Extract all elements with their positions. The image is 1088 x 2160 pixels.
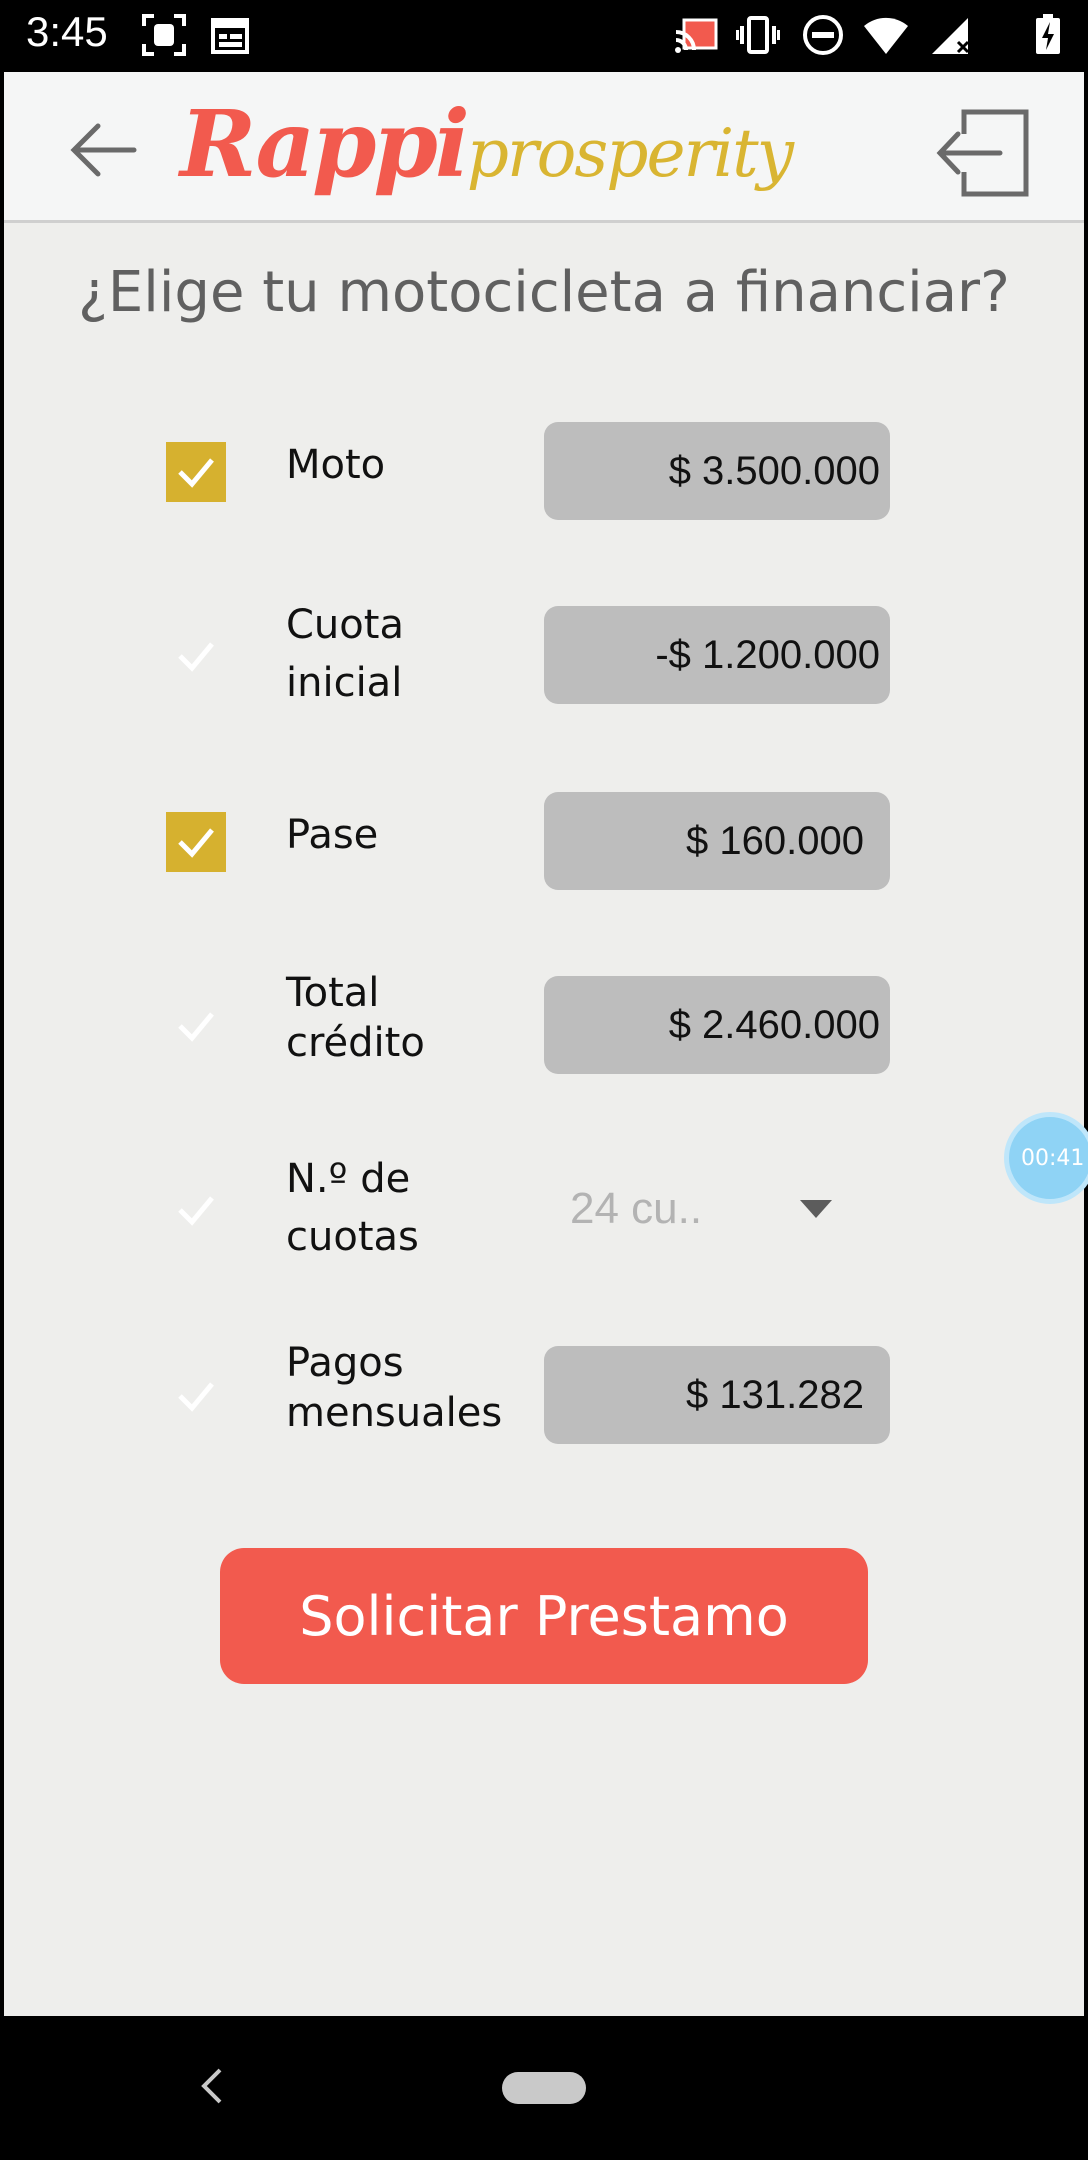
dropdown-arrow-icon [800,1200,832,1218]
wifi-icon [864,17,908,54]
solicitar-prestamo-button[interactable]: Solicitar Prestamo [220,1548,868,1684]
pagos-mensuales-checkbox[interactable] [166,1366,226,1426]
check-icon [178,458,214,488]
battery-charging-icon [1036,14,1060,54]
pase-checkbox[interactable] [166,812,226,872]
app-screen: Rappiprosperity ¿Elige tu motocicleta a … [4,72,1084,2016]
numero-cuotas-selected-value: 24 cu.. [570,1184,703,1233]
rappi-prosperity-logo: Rappiprosperity [180,90,794,210]
pagos-mensuales-label: Pagos mensuales [286,1338,502,1438]
page-title: ¿Elige tu motocicleta a financiar? [78,260,1010,325]
cuota-inicial-label: Cuota inicial [286,596,404,712]
logo-prosperity-text: prosperity [466,115,794,192]
cuota-inicial-label-line1: Cuota [286,602,404,648]
numero-cuotas-checkbox[interactable] [166,1180,226,1240]
check-icon [178,1012,214,1042]
vibrate-icon [736,16,780,54]
calendar-icon [211,18,249,54]
numero-cuotas-dropdown[interactable]: 24 cu.. [544,1160,890,1258]
do-not-disturb-icon [803,15,843,55]
logo-rappi-text: Rappi [180,90,470,198]
check-icon [178,828,214,858]
recording-timer-bubble[interactable]: 00:41 [1004,1112,1088,1204]
numero-cuotas-label-line2: cuotas [286,1214,419,1260]
total-credito-label-line2: crédito [286,1020,425,1066]
arrow-left-icon[interactable] [68,122,138,178]
check-icon [178,642,214,672]
check-icon [178,1196,214,1226]
total-credito-checkbox[interactable] [166,996,226,1056]
screenshot-icon [142,14,186,56]
logout-icon[interactable] [934,106,1034,200]
cuota-inicial-value-field[interactable]: -$ 1.200.000 [544,606,890,704]
moto-checkbox[interactable] [166,442,226,502]
nav-home-pill[interactable] [502,2072,586,2104]
cast-icon [675,18,718,53]
numero-cuotas-label: N.º de cuotas [286,1150,419,1266]
status-bar: 3:45 [0,0,1088,72]
cuota-inicial-label-line2: inicial [286,660,403,706]
pagos-mensuales-value-field[interactable]: $ 131.282 [544,1346,890,1444]
total-credito-label: Total crédito [286,968,425,1068]
pagos-mensuales-label-line1: Pagos [286,1340,404,1386]
total-credito-value-field[interactable]: $ 2.460.000 [544,976,890,1074]
total-credito-label-line1: Total [286,970,380,1016]
pagos-mensuales-label-line2: mensuales [286,1390,503,1436]
nav-back-icon[interactable] [198,2066,228,2106]
pase-value-field[interactable]: $ 160.000 [544,792,890,890]
check-icon [178,1382,214,1412]
moto-value-field[interactable]: $ 3.500.000 [544,422,890,520]
numero-cuotas-label-line1: N.º de [286,1156,411,1202]
app-bar: Rappiprosperity [4,72,1084,223]
status-time: 3:45 [26,8,108,55]
moto-label: Moto [286,442,386,488]
cuota-inicial-checkbox[interactable] [166,626,226,686]
signal-icon [932,18,970,54]
pase-label: Pase [286,812,379,858]
